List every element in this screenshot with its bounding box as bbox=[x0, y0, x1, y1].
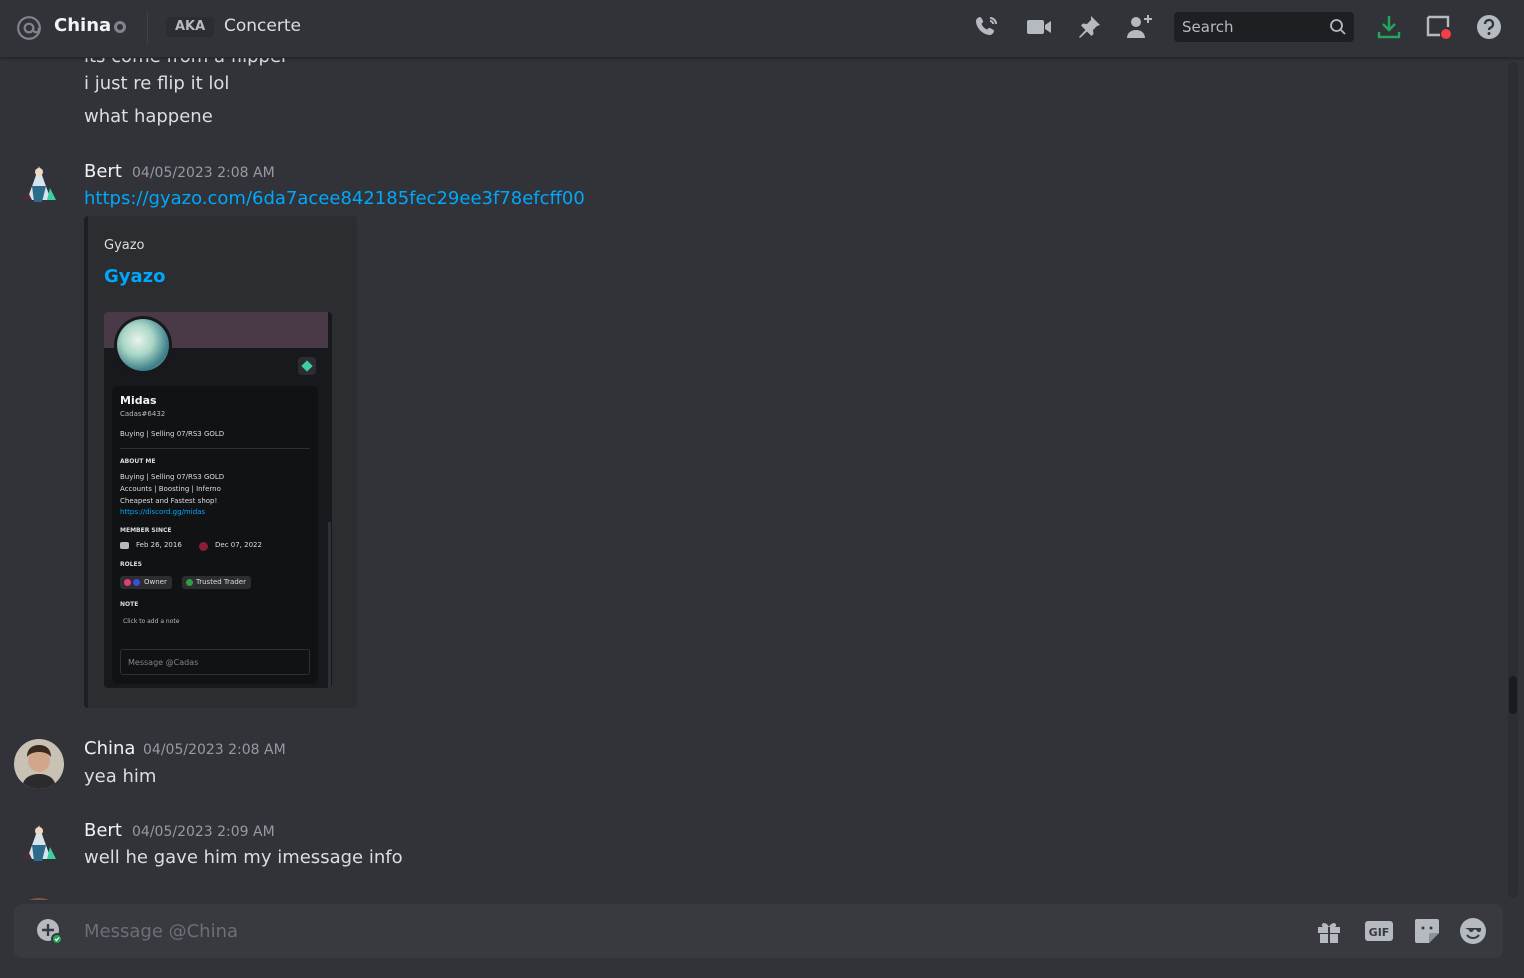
about-line: Buying | Selling 07/RS3 GOLD bbox=[120, 473, 225, 481]
profile-subtitle: Buying | Selling 07/RS3 GOLD bbox=[120, 430, 225, 438]
inbox-icon[interactable] bbox=[1424, 12, 1454, 42]
message-text: yea him bbox=[84, 766, 157, 787]
at-icon bbox=[17, 16, 41, 40]
about-heading: ABOUT ME bbox=[120, 458, 156, 465]
sticker-icon[interactable] bbox=[1412, 916, 1442, 946]
message-list[interactable]: its come from a flipper i just re flip i… bbox=[0, 58, 1506, 900]
profile-card: Midas Cadas#6432 Buying | Selling 07/RS3… bbox=[112, 386, 318, 684]
note-heading: NOTE bbox=[120, 601, 139, 608]
message-timestamp: 04/05/2023 2:09 AM bbox=[132, 824, 275, 840]
search-input[interactable] bbox=[1174, 12, 1324, 42]
channel-header: China AKA Concerte bbox=[0, 0, 1524, 58]
message-input[interactable] bbox=[84, 904, 1284, 958]
message-text: i just re flip it lol bbox=[84, 73, 230, 94]
add-attachment-icon[interactable] bbox=[34, 916, 64, 946]
avatar[interactable] bbox=[14, 821, 64, 871]
role-name: Trusted Trader bbox=[196, 578, 246, 586]
message-author[interactable]: Bert bbox=[84, 161, 122, 182]
roles-heading: ROLES bbox=[120, 561, 142, 568]
nickname: Concerte bbox=[224, 16, 301, 36]
profile-scrollbar bbox=[328, 522, 331, 688]
add-friend-icon[interactable] bbox=[1124, 12, 1154, 42]
member-since-heading: MEMBER SINCE bbox=[120, 527, 172, 534]
search-icon bbox=[1330, 19, 1346, 35]
note-placeholder: Click to add a note bbox=[123, 618, 180, 625]
nitro-badge-icon bbox=[298, 357, 316, 375]
message-text: its come from a flipper bbox=[84, 58, 288, 67]
download-icon[interactable] bbox=[1374, 12, 1404, 42]
scrollbar-track[interactable] bbox=[1508, 62, 1518, 898]
message-author[interactable]: Bert bbox=[84, 820, 122, 841]
gif-icon[interactable]: GIF bbox=[1364, 916, 1394, 946]
message-author[interactable]: China bbox=[84, 738, 135, 759]
embed-title[interactable]: Gyazo bbox=[104, 266, 166, 287]
message-timestamp: 04/05/2023 2:08 AM bbox=[132, 165, 275, 181]
header-divider bbox=[147, 12, 148, 44]
channel-name[interactable]: China bbox=[54, 15, 111, 36]
emoji-icon[interactable] bbox=[1458, 916, 1488, 946]
search-box[interactable] bbox=[1174, 12, 1354, 42]
profile-message-input: Message @Cadas bbox=[120, 649, 310, 675]
message-timestamp: 04/05/2023 2:08 AM bbox=[143, 742, 286, 758]
avatar[interactable] bbox=[14, 162, 64, 212]
profile-tag: Cadas#6432 bbox=[120, 410, 166, 418]
about-link: https://discord.gg/midas bbox=[120, 508, 206, 516]
gif-label: GIF bbox=[1369, 926, 1390, 939]
member-since-discord: Feb 26, 2016 bbox=[136, 541, 182, 549]
role-name: Owner bbox=[144, 578, 167, 586]
role-pill: Trusted Trader bbox=[182, 576, 251, 589]
message-text: well he gave him my imessage info bbox=[84, 847, 403, 868]
about-line: Cheapest and Fastest shop! bbox=[120, 497, 218, 505]
status-indicator bbox=[114, 21, 126, 33]
role-pill: Owner bbox=[120, 576, 172, 589]
server-icon bbox=[199, 542, 208, 551]
profile-avatar bbox=[114, 316, 172, 374]
pin-icon[interactable] bbox=[1074, 12, 1104, 42]
embed-image[interactable]: Midas Cadas#6432 Buying | Selling 07/RS3… bbox=[104, 312, 332, 688]
video-call-icon[interactable] bbox=[1024, 12, 1054, 42]
avatar[interactable] bbox=[14, 739, 64, 789]
scrollbar-thumb[interactable] bbox=[1509, 676, 1517, 714]
profile-name: Midas bbox=[120, 394, 157, 407]
about-line: Accounts | Boosting | Inferno bbox=[120, 485, 221, 493]
link-embed: Gyazo Gyazo Midas Cadas#6432 Buying | Se… bbox=[84, 216, 357, 708]
message-text: what happene bbox=[84, 106, 213, 127]
message-composer: GIF bbox=[14, 904, 1503, 958]
discord-logo-icon bbox=[120, 542, 129, 549]
embed-provider: Gyazo bbox=[104, 238, 145, 253]
gift-icon[interactable] bbox=[1314, 916, 1344, 946]
help-icon[interactable] bbox=[1474, 12, 1504, 42]
voice-call-icon[interactable] bbox=[972, 12, 1002, 42]
avatar[interactable] bbox=[14, 898, 64, 900]
message-link[interactable]: https://gyazo.com/6da7acee842185fec29ee3… bbox=[84, 188, 585, 209]
profile-divider bbox=[120, 448, 310, 449]
member-since-server: Dec 07, 2022 bbox=[215, 541, 262, 549]
aka-badge: AKA bbox=[166, 17, 215, 37]
